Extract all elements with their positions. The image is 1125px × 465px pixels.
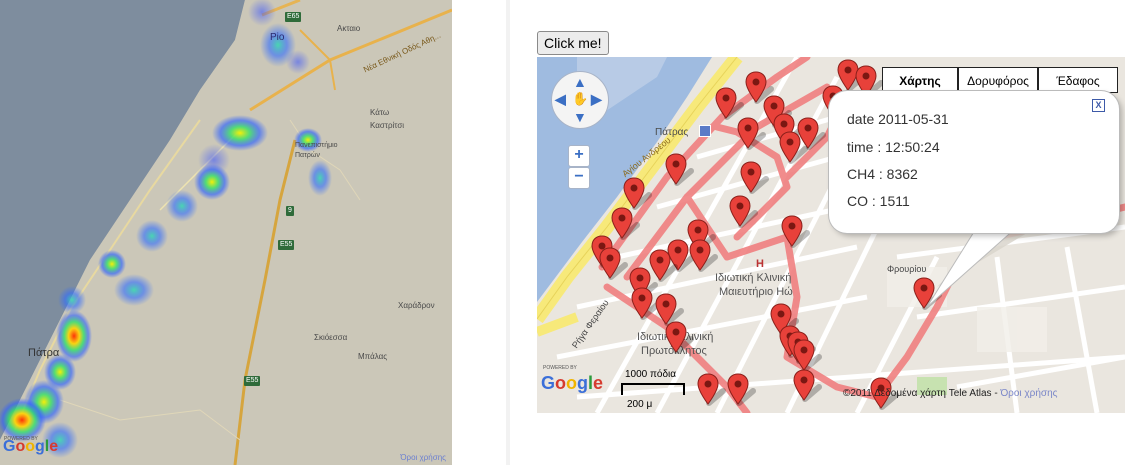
- map-marker-icon[interactable]: [623, 177, 652, 211]
- marker-pin-shape: [727, 373, 756, 406]
- google-letter: G: [541, 373, 556, 393]
- scale-feet-label: 1000 πόδια: [625, 369, 677, 380]
- map-marker-icon[interactable]: [599, 247, 628, 281]
- charadron-label: Χαράδρον: [398, 301, 435, 310]
- road-9-shield: 9: [286, 206, 294, 216]
- terms-link[interactable]: Όροι χρήσης: [400, 453, 446, 462]
- map-marker-icon[interactable]: [781, 215, 810, 249]
- clinic-label-1: Ιδιωτική Κλινική: [715, 272, 792, 284]
- pan-left-icon[interactable]: ◀: [555, 92, 566, 106]
- kato-kastritsi-label: Κάτω Καστρίτσι: [370, 108, 405, 130]
- pan-control[interactable]: ▲ ◀ ▶ ▼ ✋: [551, 71, 609, 129]
- marker-pin-shape: [793, 369, 822, 402]
- marker-pin-shape: [665, 321, 694, 354]
- map-marker-icon[interactable]: [631, 287, 660, 321]
- marker-pin-shape: [737, 117, 766, 150]
- marker-pin-shape: [793, 339, 822, 372]
- terms-link[interactable]: Όροι χρήσης: [1000, 388, 1057, 399]
- pan-right-icon[interactable]: ▶: [591, 92, 602, 106]
- aktaio-label: Ακταιο: [337, 24, 361, 33]
- skioessa-label: Σκιόεσσα: [314, 333, 348, 342]
- google-logo[interactable]: Google: [3, 438, 58, 456]
- marker-pin-shape: [599, 247, 628, 280]
- map-type-satellite-button[interactable]: Δορυφόρος: [958, 67, 1038, 93]
- marker-pin-shape: [665, 153, 694, 186]
- map-marker-icon[interactable]: [779, 131, 808, 165]
- close-icon[interactable]: X: [1092, 99, 1105, 112]
- scale-bar: [621, 383, 685, 395]
- info-co: CO : 1511: [847, 193, 910, 209]
- train-station-icon: [699, 125, 711, 137]
- e55-shield: E55: [278, 240, 295, 250]
- route-map[interactable]: Πάτρας Αγίου Ανδρέου H Ιδιωτική Κλινική …: [537, 57, 1125, 413]
- pan-up-icon[interactable]: ▲: [573, 75, 587, 89]
- marker-pin-shape: [697, 373, 726, 406]
- hand-pan-icon: ✋: [572, 91, 589, 106]
- google-letter: e: [593, 373, 604, 393]
- map-marker-icon[interactable]: [689, 239, 718, 273]
- mpalas-label: Μπάλας: [358, 352, 388, 361]
- zoom-in-button[interactable]: +: [568, 145, 590, 167]
- google-letter: G: [3, 438, 16, 455]
- scale-meters-label: 200 μ: [627, 399, 653, 410]
- map-marker-icon[interactable]: [740, 161, 769, 195]
- google-letter: o: [25, 438, 36, 455]
- info-time: time : 12:50:24: [847, 139, 940, 155]
- marker-pin-shape: [729, 195, 758, 228]
- pan-down-icon[interactable]: ▼: [573, 110, 587, 124]
- e65-shield: E65: [285, 12, 302, 22]
- zoom-out-button[interactable]: −: [568, 167, 590, 189]
- map-marker-icon[interactable]: [737, 117, 766, 151]
- powered-by-label: POWERED BY: [543, 365, 577, 371]
- heatmap-map[interactable]: E65 Pio Ακταιο Νέα Εθνική Οδός Αθη... Κά…: [0, 0, 452, 465]
- map-marker-icon[interactable]: [665, 321, 694, 355]
- map-marker-icon[interactable]: [729, 195, 758, 229]
- google-logo[interactable]: Google: [541, 373, 603, 394]
- map-marker-icon[interactable]: [793, 369, 822, 403]
- map-type-map-button[interactable]: Χάρτης: [882, 67, 958, 93]
- map-marker-icon[interactable]: [697, 373, 726, 407]
- copyright-label: ©2011 Δεδομένα χάρτη Tele Atlas -: [843, 388, 1001, 399]
- info-date: date 2011-05-31: [847, 111, 949, 127]
- info-window: X date 2011-05-31 time : 12:50:24 CH4 : …: [829, 91, 1119, 233]
- marker-pin-shape: [715, 87, 744, 120]
- google-letter: g: [577, 373, 589, 393]
- marker-pin-shape: [623, 177, 652, 210]
- map-marker-icon[interactable]: [793, 339, 822, 373]
- hospital-icon: H: [756, 258, 764, 270]
- info-ch4: CH4 : 8362: [847, 166, 918, 182]
- heatmap-base: [0, 0, 452, 465]
- university-label: Πανεπιστήμιο Πατρών: [295, 142, 338, 159]
- google-letter: e: [49, 438, 59, 455]
- google-letter: o: [15, 438, 26, 455]
- map-type-terrain-button[interactable]: Έδαφος: [1038, 67, 1118, 93]
- marker-pin-shape: [740, 161, 769, 194]
- map-marker-icon[interactable]: [665, 153, 694, 187]
- pio-label: Pio: [270, 32, 285, 43]
- marker-pin-shape: [779, 131, 808, 164]
- patra-label: Πάτρα: [28, 347, 60, 359]
- clinic-label-2: Μαιευτήριο Ηώ: [719, 286, 793, 298]
- e55-lower-shield: E55: [244, 376, 261, 386]
- google-letter: g: [35, 438, 45, 455]
- copyright-text: ©2011 Δεδομένα χάρτη Tele Atlas - Όροι χ…: [843, 388, 1057, 399]
- marker-pin-shape: [689, 239, 718, 272]
- click-me-button[interactable]: Click me!: [537, 31, 609, 55]
- google-letter: o: [555, 373, 567, 393]
- map-marker-icon[interactable]: [715, 87, 744, 121]
- info-window-shadow: [926, 227, 1037, 308]
- marker-pin-shape: [781, 215, 810, 248]
- google-letter: o: [566, 373, 578, 393]
- panel-separator: [506, 0, 510, 465]
- patras-station-label: Πάτρας: [655, 127, 689, 138]
